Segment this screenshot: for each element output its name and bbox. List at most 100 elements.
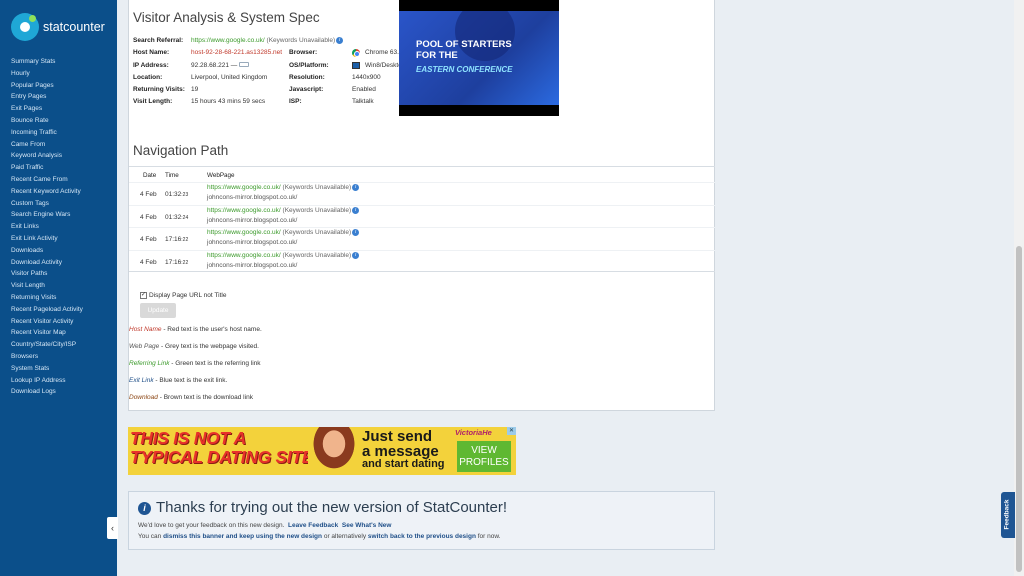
legend-term: Web Page bbox=[129, 343, 160, 350]
sidebar-item[interactable]: Exit Link Activity bbox=[11, 233, 83, 245]
row-webpage[interactable]: johncons-mirror.blogspot.co.uk/ bbox=[207, 239, 297, 246]
leave-feedback-link[interactable]: Leave Feedback bbox=[288, 522, 338, 529]
sidebar-item[interactable]: Country/State/City/ISP bbox=[11, 339, 83, 351]
legend-desc: - Red text is the user's host name. bbox=[161, 326, 262, 333]
info-icon[interactable]: i bbox=[352, 251, 360, 259]
spec-row: Visit Length: 15 hours 43 mins 59 secs ISP… bbox=[133, 96, 405, 108]
sidebar-item[interactable]: Paid Traffic bbox=[11, 162, 83, 174]
sidebar-item[interactable]: Visit Length bbox=[11, 280, 83, 292]
sidebar-item[interactable]: Came From bbox=[11, 139, 83, 151]
sidebar-item[interactable]: Downloads bbox=[11, 245, 83, 257]
visitor-panel: Visitor Analysis & System Spec Search Re… bbox=[128, 0, 715, 411]
row-referral: https://www.google.co.uk/ (Keywords Unav… bbox=[207, 206, 360, 214]
basketball-ad[interactable]: POOL OF STARTERS FOR THE EASTERN CONFEREN… bbox=[399, 0, 559, 116]
row-webpage[interactable]: johncons-mirror.blogspot.co.uk/ bbox=[207, 217, 297, 224]
statcounter-logo-icon bbox=[11, 13, 39, 41]
ip-lookup-icon[interactable] bbox=[239, 62, 250, 68]
sidebar-item[interactable]: Returning Visits bbox=[11, 292, 83, 304]
spec-label: Search Referral: bbox=[133, 37, 184, 44]
spec-label: Visit Length: bbox=[133, 98, 173, 106]
sidebar-item[interactable]: Recent Visitor Map bbox=[11, 327, 83, 339]
spec-label: IP Address: bbox=[133, 61, 169, 69]
sidebar-item[interactable]: Summary Stats bbox=[11, 56, 83, 68]
row-date: 4 Feb bbox=[140, 213, 157, 221]
legend-item: Exit Link - Blue text is the exit link. bbox=[129, 377, 227, 384]
switch-design-link[interactable]: switch back to the previous design bbox=[368, 533, 476, 540]
row-webpage[interactable]: johncons-mirror.blogspot.co.uk/ bbox=[207, 194, 297, 201]
sidebar-item[interactable]: Recent Came From bbox=[11, 174, 83, 186]
row-date: 4 Feb bbox=[140, 258, 157, 266]
spec-row: Host Name: host-92-28-68-221.as13285.net B… bbox=[133, 47, 405, 59]
sidebar-item[interactable]: Keyword Analysis bbox=[11, 150, 83, 162]
referral-link[interactable]: https://www.google.co.uk/ bbox=[207, 229, 281, 236]
spec-label: Browser: bbox=[289, 49, 318, 57]
sidebar-item[interactable]: Exit Pages bbox=[11, 103, 83, 115]
scrollbar-thumb[interactable] bbox=[1016, 246, 1022, 572]
legend-desc: - Brown text is the download link bbox=[157, 394, 253, 401]
sidebar-item[interactable]: Recent Keyword Activity bbox=[11, 186, 83, 198]
brand-name: statcounter bbox=[43, 20, 105, 34]
sidebar-item[interactable]: Download Activity bbox=[11, 257, 83, 269]
collapse-sidebar-button[interactable]: ‹ bbox=[107, 517, 118, 539]
ad-headline: THIS IS NOT A TYPICAL DATING SITE bbox=[130, 428, 314, 467]
sidebar-item[interactable]: Recent Pageload Activity bbox=[11, 304, 83, 316]
display-url-checkbox[interactable]: ✓ Display Page URL not Title bbox=[140, 292, 226, 299]
view-profiles-button[interactable]: VIEW PROFILES bbox=[457, 441, 511, 472]
spec-value: 92.28.68.221 — bbox=[191, 60, 289, 72]
spec-value: 19 bbox=[191, 86, 199, 94]
chrome-icon bbox=[352, 49, 360, 58]
row-time: 01:32:23 bbox=[165, 191, 189, 198]
info-icon[interactable]: i bbox=[336, 36, 344, 44]
spec-value: 15 hours 43 mins 59 secs bbox=[191, 98, 266, 106]
banner-line-2: You can dismiss this banner and keep usi… bbox=[138, 533, 501, 540]
sidebar-item[interactable]: System Stats bbox=[11, 363, 83, 375]
sidebar-item[interactable]: Popular Pages bbox=[11, 80, 83, 92]
spec-value: Win8/Desktop bbox=[352, 60, 405, 72]
referral-link[interactable]: https://www.google.co.uk/ bbox=[207, 184, 281, 191]
legend-desc: - Blue text is the exit link. bbox=[153, 377, 228, 384]
spec-value: Liverpool, United Kingdom bbox=[191, 73, 268, 81]
spec-label: OS/Platform: bbox=[289, 61, 329, 69]
feedback-tab[interactable]: Feedback bbox=[1001, 492, 1015, 538]
info-icon[interactable]: i bbox=[352, 184, 360, 191]
referral-link[interactable]: https://www.google.co.uk/ bbox=[207, 252, 281, 259]
referral-link[interactable]: https://www.google.co.uk/ bbox=[191, 37, 265, 44]
sidebar-item[interactable]: Bounce Rate bbox=[11, 115, 83, 127]
spec-row: Location: Liverpool, United Kingdom Resolu… bbox=[133, 72, 405, 84]
sidebar-item[interactable]: Visitor Paths bbox=[11, 268, 83, 280]
page-scrollbar[interactable] bbox=[1014, 0, 1024, 576]
row-date: 4 Feb bbox=[140, 191, 157, 198]
referral-link[interactable]: https://www.google.co.uk/ bbox=[207, 207, 281, 214]
update-button[interactable]: Update bbox=[140, 303, 176, 318]
sidebar-item[interactable]: Incoming Traffic bbox=[11, 127, 83, 139]
sidebar-item[interactable]: Search Engine Wars bbox=[11, 209, 83, 221]
row-referral: https://www.google.co.uk/ (Keywords Unav… bbox=[207, 251, 360, 259]
sidebar-item[interactable]: Recent Visitor Activity bbox=[11, 316, 83, 328]
table-row: 4 Feb 17:16:22 https://www.google.co.uk/ (… bbox=[129, 249, 715, 272]
dismiss-banner-link[interactable]: dismiss this banner and keep using the n… bbox=[163, 533, 322, 540]
spec-value: Chrome 63.0 bbox=[352, 47, 403, 59]
dating-ad-banner[interactable]: THIS IS NOT A TYPICAL DATING SITE Just se… bbox=[128, 427, 516, 475]
spec-label: Javascript: bbox=[289, 86, 324, 94]
ad-tagline-sub: and start dating bbox=[362, 458, 445, 470]
whats-new-link[interactable]: See What's New bbox=[342, 522, 392, 529]
banner-title: Thanks for trying out the new version of… bbox=[156, 499, 508, 516]
info-icon[interactable]: i bbox=[352, 206, 360, 214]
sidebar-item[interactable]: Browsers bbox=[11, 351, 83, 363]
sidebar-item[interactable]: Entry Pages bbox=[11, 91, 83, 103]
sidebar-item[interactable]: Hourly bbox=[11, 68, 83, 80]
sidebar-item[interactable]: Custom Tags bbox=[11, 198, 83, 210]
sidebar-item[interactable]: Download Logs bbox=[11, 386, 83, 398]
row-webpage[interactable]: johncons-mirror.blogspot.co.uk/ bbox=[207, 262, 297, 269]
ad-close-icon[interactable]: ✕ bbox=[507, 427, 516, 435]
sidebar-nav: Summary Stats Hourly Popular Pages Entry Pa… bbox=[11, 56, 83, 398]
ad-headline: POOL OF STARTERS FOR THE bbox=[416, 39, 512, 61]
checkbox-checked-icon[interactable]: ✓ bbox=[140, 292, 147, 299]
spec-label: ISP: bbox=[289, 98, 302, 106]
sidebar-item[interactable]: Lookup IP Address bbox=[11, 375, 83, 387]
info-icon[interactable]: i bbox=[352, 229, 360, 236]
sidebar-item[interactable]: Exit Links bbox=[11, 221, 83, 233]
ad-brand: VictoriaHe bbox=[455, 428, 492, 437]
statcounter-logo[interactable]: statcounter bbox=[11, 13, 105, 41]
row-referral: https://www.google.co.uk/ (Keywords Unav… bbox=[207, 229, 360, 236]
